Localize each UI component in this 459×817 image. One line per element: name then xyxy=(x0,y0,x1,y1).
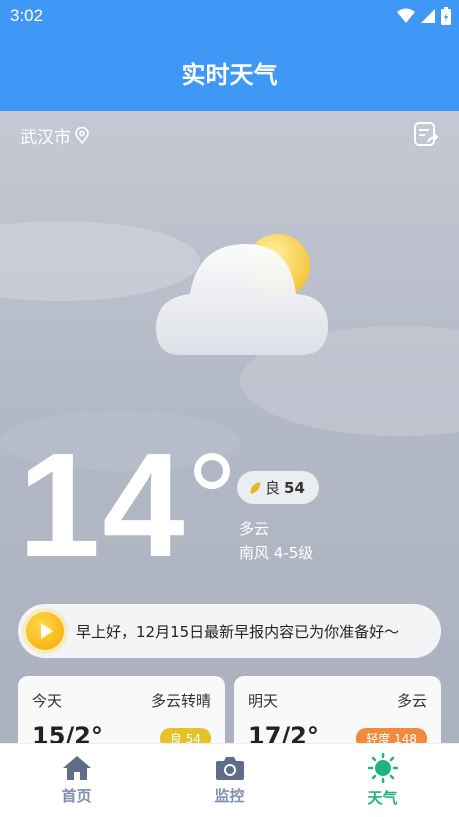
location-pin-icon xyxy=(75,127,89,144)
weather-condition: 多云 xyxy=(239,520,270,538)
aqi-badge[interactable]: 良 54 xyxy=(237,471,319,504)
wind-info: 南风 4-5级 xyxy=(239,544,314,562)
partly-cloudy-icon xyxy=(156,234,328,355)
degree-symbol xyxy=(194,453,230,489)
tab-home[interactable]: 首页 xyxy=(0,744,153,817)
home-icon xyxy=(62,756,91,780)
camera-icon xyxy=(215,757,244,780)
current-temperature: 14 xyxy=(18,423,187,588)
signal-icon xyxy=(421,9,435,23)
city-name: 武汉市 xyxy=(20,128,71,148)
leaf-icon xyxy=(250,481,261,494)
tab-label: 首页 xyxy=(61,787,92,805)
tab-label: 监控 xyxy=(214,787,245,805)
status-time: 3:02 xyxy=(10,6,44,25)
bottom-tab-bar: 首页 监控 天气 xyxy=(0,743,459,817)
page-title: 实时天气 xyxy=(181,61,278,89)
share-icon[interactable] xyxy=(413,121,441,149)
forecast-day: 明天 xyxy=(248,692,279,710)
tab-monitor[interactable]: 监控 xyxy=(153,744,306,817)
app-bar: 实时天气 xyxy=(0,33,459,111)
aqi-label: 良 xyxy=(265,479,281,497)
forecast-day: 今天 xyxy=(32,692,63,710)
forecast-condition: 多云转晴 xyxy=(150,692,211,710)
location-selector[interactable]: 武汉市 xyxy=(20,123,89,148)
wifi-icon xyxy=(397,8,415,23)
sun-icon xyxy=(367,753,398,783)
play-icon[interactable] xyxy=(26,612,64,650)
battery-icon xyxy=(441,7,451,25)
aqi-value: 54 xyxy=(284,478,305,497)
status-icons xyxy=(397,7,451,25)
forecast-condition: 多云 xyxy=(396,692,427,710)
tab-label: 天气 xyxy=(367,789,398,807)
banner-text: 早上好，12月15日最新早报内容已为你准备好〜 xyxy=(76,622,400,641)
status-bar: 3:02 xyxy=(0,0,459,33)
morning-briefing-banner[interactable]: 早上好，12月15日最新早报内容已为你准备好〜 xyxy=(18,604,441,658)
tab-weather[interactable]: 天气 xyxy=(306,744,459,817)
